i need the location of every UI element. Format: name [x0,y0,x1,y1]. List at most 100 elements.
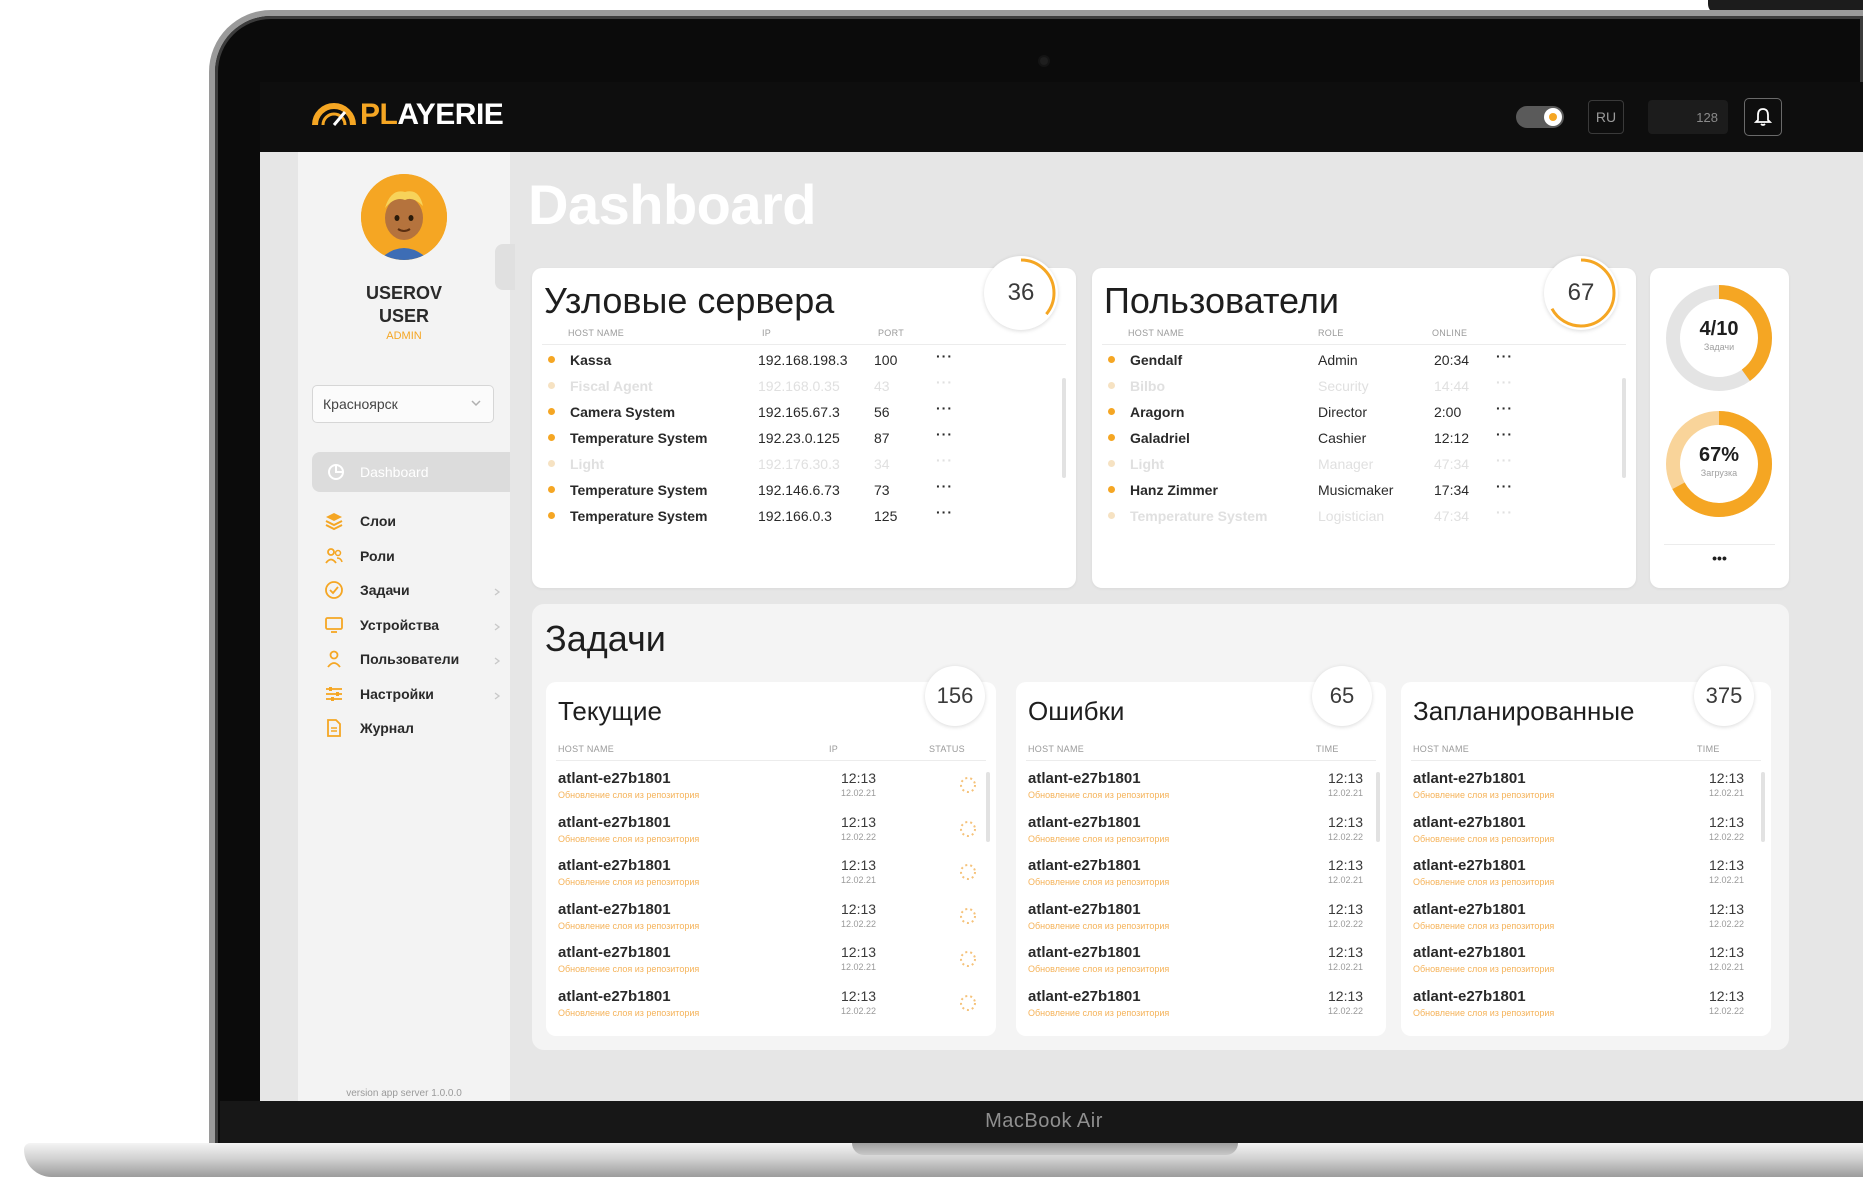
city-select[interactable]: Красноярск [312,385,494,423]
task-row[interactable]: atlant-e27b1801 Обновление слоя из репози… [1028,944,1374,984]
table-row[interactable]: Temperature System Logistician 47:34 ··· [1108,504,1608,530]
row-menu-button[interactable]: ··· [1496,504,1513,520]
row-time: 12:12 [1434,430,1470,446]
scrollbar[interactable] [986,772,990,842]
task-host: atlant-e27b1801 [1413,900,1526,918]
row-menu-button[interactable]: ··· [936,400,953,416]
task-row[interactable]: atlant-e27b1801 Обновление слоя из репози… [1413,988,1759,1028]
task-description: Обновление слоя из репозитория [1028,833,1170,844]
row-port: 34 [874,456,890,472]
task-date: 12.02.22 [1709,1005,1745,1016]
row-menu-button[interactable]: ··· [1496,374,1513,390]
divider [542,344,1066,345]
users-count-badge: 67 [1544,256,1618,330]
scheduled-count: 375 [1694,666,1754,726]
task-time: 12:13 [1328,813,1364,830]
sidebar-item-label: Устройства [360,616,440,633]
table-row[interactable]: Gendalf Admin 20:34 ··· [1108,348,1608,374]
sidebar-item-label: Пользователи [360,651,460,667]
row-menu-button[interactable]: ··· [936,374,953,390]
status-dot [1108,512,1115,519]
chevron-right-icon [492,619,502,635]
table-row[interactable]: Galadriel Cashier 12:12 ··· [1108,426,1608,452]
more-button[interactable]: ••• [1650,550,1789,566]
task-row[interactable]: atlant-e27b1801 Обновление слоя из репози… [558,770,984,810]
task-row[interactable]: atlant-e27b1801 Обновление слоя из репози… [1028,988,1374,1028]
row-menu-button[interactable]: ··· [936,478,953,494]
sidebar-item[interactable]: Журнал [322,713,502,743]
task-row[interactable]: atlant-e27b1801 Обновление слоя из репози… [1413,770,1759,810]
sidebar-item-label: Журнал [360,720,414,736]
task-row[interactable]: atlant-e27b1801 Обновление слоя из репози… [558,988,984,1028]
status-dot [1108,408,1115,415]
sidebar-item[interactable]: Пользователи [322,644,502,674]
logo[interactable]: PLAYERIE [312,98,504,132]
row-menu-button[interactable]: ··· [936,452,953,468]
scrollbar[interactable] [1062,378,1066,478]
row-menu-button[interactable]: ··· [936,504,953,520]
table-row[interactable]: Light 192.176.30.3 34 ··· [548,452,1048,478]
scrollbar[interactable] [1761,772,1765,842]
task-row[interactable]: atlant-e27b1801 Обновление слоя из репози… [1413,857,1759,897]
table-row[interactable]: Aragorn Director 2:00 ··· [1108,400,1608,426]
task-row[interactable]: atlant-e27b1801 Обновление слоя из репози… [1028,901,1374,941]
task-row[interactable]: atlant-e27b1801 Обновление слоя из репози… [1028,770,1374,810]
status-dot [1108,460,1115,467]
task-row[interactable]: atlant-e27b1801 Обновление слоя из репози… [558,814,984,854]
table-row[interactable]: Hanz Zimmer Musicmaker 17:34 ··· [1108,478,1608,504]
table-row[interactable]: Temperature System 192.23.0.125 87 ··· [548,426,1048,452]
task-date: 12.02.22 [1709,918,1745,929]
sidebar-collapse-handle[interactable] [495,244,515,290]
sidebar-item[interactable]: Настройки [322,679,502,709]
table-row[interactable]: Light Manager 47:34 ··· [1108,452,1608,478]
table-row[interactable]: Bilbo Security 14:44 ··· [1108,374,1608,400]
dashboard-icon [328,464,344,480]
sidebar-item[interactable]: Слои [322,506,502,536]
row-port: 100 [874,352,898,368]
theme-toggle[interactable] [1516,106,1564,128]
notifications-button[interactable] [1744,98,1782,136]
task-date: 12.02.21 [1328,875,1364,885]
row-menu-button[interactable]: ··· [1496,478,1513,494]
task-host: atlant-e27b1801 [1028,987,1141,1005]
task-row[interactable]: atlant-e27b1801 Обновление слоя из репози… [1413,901,1759,941]
sidebar-item[interactable]: Задачи [322,575,502,605]
table-row[interactable]: Fiscal Agent 192.168.0.35 43 ··· [548,374,1048,400]
row-menu-button[interactable]: ··· [936,348,953,364]
row-name: Hanz Zimmer [1130,482,1218,498]
language-button[interactable]: RU [1588,100,1624,134]
row-name: Light [1130,456,1165,472]
row-time: 2:00 [1434,404,1462,420]
row-menu-button[interactable]: ··· [1496,452,1513,468]
avatar[interactable] [361,174,447,260]
task-time: 12:13 [1709,813,1745,830]
task-row[interactable]: atlant-e27b1801 Обновление слоя из репози… [1413,944,1759,984]
task-row[interactable]: atlant-e27b1801 Обновление слоя из репози… [1028,814,1374,854]
task-time: 12:13 [1328,857,1364,873]
task-host: atlant-e27b1801 [1028,813,1141,831]
task-row[interactable]: atlant-e27b1801 Обновление слоя из репози… [558,944,984,984]
task-row[interactable]: atlant-e27b1801 Обновление слоя из репози… [558,901,984,941]
table-row[interactable]: Temperature System 192.166.0.3 125 ··· [548,504,1048,530]
sidebar-item[interactable]: Роли [322,541,502,571]
row-port: 125 [874,508,898,524]
sidebar-item[interactable]: Устройства [322,610,502,640]
scrollbar[interactable] [1622,378,1626,478]
table-row[interactable]: Kassa 192.168.198.3 100 ··· [548,348,1048,374]
row-menu-button[interactable]: ··· [1496,426,1513,442]
table-row[interactable]: Temperature System 192.146.6.73 73 ··· [548,478,1048,504]
sidebar-item-dashboard[interactable]: Dashboard [312,452,510,492]
row-menu-button[interactable]: ··· [1496,400,1513,416]
row-menu-button[interactable]: ··· [936,426,953,442]
task-date: 12.02.21 [1328,962,1364,972]
sidebar-item-label: Задачи [360,582,410,598]
row-menu-button[interactable]: ··· [1496,348,1513,364]
table-row[interactable]: Camera System 192.165.67.3 56 ··· [548,400,1048,426]
task-date: 12.02.21 [1709,875,1745,885]
task-row[interactable]: atlant-e27b1801 Обновление слоя из репози… [1028,857,1374,897]
task-row[interactable]: atlant-e27b1801 Обновление слоя из репози… [558,857,984,897]
task-row[interactable]: atlant-e27b1801 Обновление слоя из репози… [1413,814,1759,854]
scrollbar[interactable] [1376,772,1380,842]
divider [1026,760,1376,761]
task-host: atlant-e27b1801 [558,813,671,831]
